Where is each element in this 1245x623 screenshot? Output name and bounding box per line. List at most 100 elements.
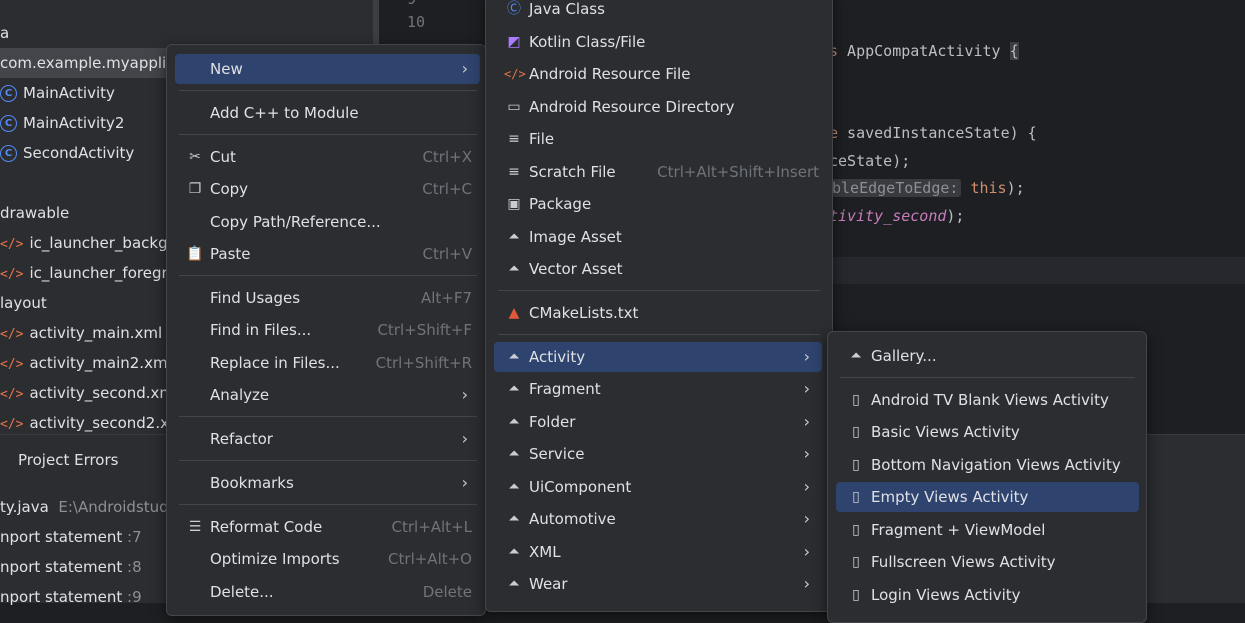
menu-item-empty-views-activity[interactable]: ▯ Empty Views Activity	[836, 482, 1139, 512]
line-number: 9	[407, 0, 416, 8]
menu-item-refactor[interactable]: Refactor ›	[175, 424, 480, 454]
context-menu: New › Add C++ to Module ✂ Cut Ctrl+X ❐ Copy C…	[166, 44, 486, 616]
menu-item-uicomponent[interactable]: ⏶ UiComponent ›	[494, 472, 822, 502]
problem-row[interactable]: nport statement :8	[0, 552, 142, 582]
android-icon: ⏶	[508, 446, 520, 462]
tree-item-label: activity_main2.xml	[29, 354, 172, 372]
menu-item-activity-template[interactable]: ▯ Fragment + ViewModel	[836, 515, 1139, 545]
menu-item-copy[interactable]: ❐ Copy Ctrl+C	[175, 174, 480, 204]
menu-item-activity[interactable]: ⏶ Activity ›	[494, 342, 822, 372]
tree-item-xml[interactable]: </> ic_launcher_foregro	[0, 258, 176, 288]
menu-item-find-in-files[interactable]: Find in Files... Ctrl+Shift+F	[175, 315, 480, 345]
tree-item-label: ic_launcher_foregro	[29, 264, 177, 282]
menu-item-service[interactable]: ⏶ Service ›	[494, 439, 822, 469]
menu-item-resource-directory[interactable]: ▭ Android Resource Directory	[494, 92, 827, 122]
tree-item-class[interactable]: C MainActivity2	[0, 108, 124, 138]
file-icon: ≡	[508, 131, 520, 147]
android-icon: ⏶	[508, 414, 520, 430]
phone-icon: ▯	[852, 522, 860, 538]
menu-item-add-cpp[interactable]: Add C++ to Module	[175, 98, 480, 128]
menu-item-kotlin[interactable]: ◩ Kotlin Class/File	[494, 27, 827, 57]
menu-item-resource-file[interactable]: </> Android Resource File	[494, 59, 827, 89]
menu-item-new[interactable]: New ›	[175, 54, 480, 84]
menu-item-reformat[interactable]: ☰ Reformat Code Ctrl+Alt+L	[175, 512, 480, 542]
menu-item-paste[interactable]: 📋 Paste Ctrl+V	[175, 239, 480, 269]
tree-item-label: activity_second2.xml	[29, 414, 188, 432]
android-icon: ⏶	[508, 479, 520, 495]
menu-item-wear[interactable]: ⏶ Wear ›	[494, 569, 822, 599]
code-line: s AppCompatActivity {	[829, 42, 1019, 60]
menu-item-copy-path[interactable]: Copy Path/Reference...	[175, 207, 480, 237]
tree-item[interactable]: a	[0, 18, 9, 48]
tab-project-errors[interactable]: Project Errors	[18, 445, 118, 475]
android-icon: ⏶	[508, 381, 520, 397]
tree-item-xml[interactable]: </> activity_main2.xml	[0, 348, 172, 378]
problem-row[interactable]: nport statement :7	[0, 522, 142, 552]
menu-item-folder[interactable]: ⏶ Folder ›	[494, 407, 822, 437]
tree-item-xml[interactable]: </> ic_launcher_backgro	[0, 228, 183, 258]
tree-item-label: SecondActivity	[23, 144, 135, 162]
phone-icon: ▯	[852, 457, 860, 473]
menu-item-optimize-imports[interactable]: Optimize Imports Ctrl+Alt+O	[175, 544, 480, 574]
tree-item-class[interactable]: C MainActivity	[0, 78, 115, 108]
clipboard-icon: 📋	[186, 246, 204, 262]
tree-item-label: MainActivity2	[23, 114, 125, 132]
menu-item-vector-asset[interactable]: ⏶ Vector Asset	[494, 254, 827, 284]
problem-file-row[interactable]: ty.java E:\Androidstud	[0, 492, 169, 522]
chevron-right-icon: ›	[461, 473, 468, 492]
menu-item-replace-in-files[interactable]: Replace in Files... Ctrl+Shift+R	[175, 348, 480, 378]
reformat-icon: ☰	[188, 519, 202, 535]
menu-item-bookmarks[interactable]: Bookmarks ›	[175, 468, 480, 498]
chevron-right-icon: ›	[461, 429, 468, 448]
xml-icon: </>	[0, 357, 24, 372]
scissors-icon: ✂	[189, 149, 201, 165]
xml-icon: </>	[0, 417, 24, 432]
menu-item-gallery[interactable]: ⏶ Gallery...	[836, 341, 1139, 371]
menu-item-find-usages[interactable]: Find Usages Alt+F7	[175, 283, 480, 313]
tree-item-folder[interactable]: layout	[0, 288, 47, 318]
phone-icon: ▯	[852, 424, 860, 440]
line-number: 10	[407, 13, 426, 31]
android-icon: ⏶	[508, 576, 520, 592]
menu-item-scratch-file[interactable]: ≡ Scratch File Ctrl+Alt+Shift+Insert	[494, 157, 827, 187]
menu-item-analyze[interactable]: Analyze ›	[175, 380, 480, 410]
menu-item-activity-template[interactable]: ▯ Android TV Blank Views Activity	[836, 385, 1139, 415]
new-submenu: Ⓒ Java Class ◩ Kotlin Class/File </> Androi…	[485, 0, 833, 612]
android-icon: ⏶	[508, 261, 520, 277]
tree-item-xml[interactable]: </> activity_second.xml	[0, 378, 178, 408]
menu-item-package[interactable]: ▣ Package	[494, 189, 827, 219]
menu-item-file[interactable]: ≡ File	[494, 124, 827, 154]
menu-item-activity-template[interactable]: ▯ Fullscreen Views Activity	[836, 547, 1139, 577]
tree-item-xml[interactable]: </> activity_main.xml	[0, 318, 162, 348]
menu-item-image-asset[interactable]: ⏶ Image Asset	[494, 222, 827, 252]
android-icon: ⏶	[508, 229, 520, 245]
menu-item-fragment[interactable]: ⏶ Fragment ›	[494, 374, 822, 404]
tree-item-label: activity_main.xml	[29, 324, 163, 342]
tree-item-folder[interactable]: drawable	[0, 198, 69, 228]
chevron-right-icon: ›	[803, 509, 810, 528]
menu-item-activity-template[interactable]: ▯ Login Views Activity	[836, 580, 1139, 610]
tree-item-class[interactable]: C SecondActivity	[0, 138, 134, 168]
class-icon: C	[0, 115, 17, 132]
android-icon: ⏶	[850, 348, 862, 364]
code-line: tivity_second);	[829, 207, 965, 225]
chevron-right-icon: ›	[803, 412, 810, 431]
menu-item-activity-template[interactable]: ▯ Basic Views Activity	[836, 417, 1139, 447]
problem-row[interactable]: nport statement :9	[0, 582, 142, 612]
package-icon: ▣	[507, 196, 521, 212]
chevron-right-icon: ›	[461, 385, 468, 404]
chevron-right-icon: ›	[803, 379, 810, 398]
code-line: ceState);	[829, 152, 911, 170]
xml-icon: </>	[0, 267, 24, 282]
tree-item-label: activity_second.xml	[29, 384, 179, 402]
menu-item-xml[interactable]: ⏶ XML ›	[494, 537, 822, 567]
class-icon: C	[0, 145, 17, 162]
menu-item-cut[interactable]: ✂ Cut Ctrl+X	[175, 142, 480, 172]
menu-item-activity-template[interactable]: ▯ Bottom Navigation Views Activity	[836, 450, 1139, 480]
menu-item-java-class[interactable]: Ⓒ Java Class	[494, 0, 827, 24]
menu-item-automotive[interactable]: ⏶ Automotive ›	[494, 504, 822, 534]
menu-item-cmake[interactable]: ▲ CMakeLists.txt	[494, 298, 827, 328]
tree-item-label: com.example.myapplic	[0, 54, 175, 72]
code-line: e savedInstanceState) {	[829, 124, 1037, 142]
menu-item-delete[interactable]: Delete... Delete	[175, 577, 480, 607]
